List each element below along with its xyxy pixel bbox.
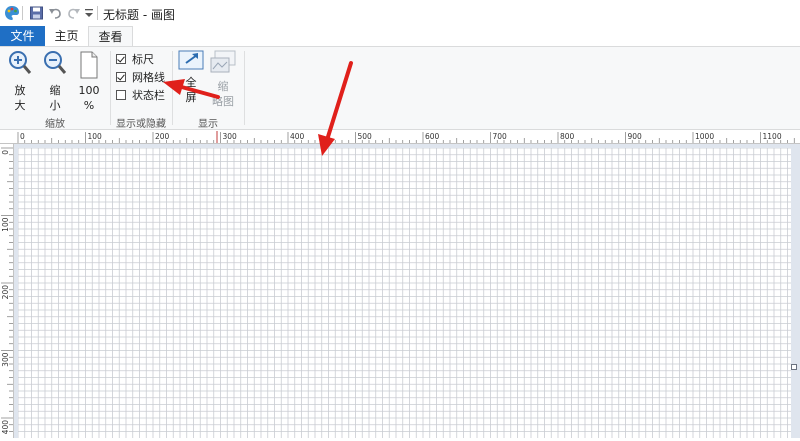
ruler-label: 600 bbox=[425, 132, 440, 141]
group-separator bbox=[172, 51, 173, 125]
save-icon[interactable] bbox=[30, 6, 43, 20]
statusbar-checkbox-row[interactable]: 状态栏 bbox=[116, 88, 165, 104]
fullscreen-label-1: 全 bbox=[185, 76, 197, 89]
actual-size-label-2: % bbox=[83, 99, 95, 112]
window-title: 无标题 - 画图 bbox=[103, 8, 175, 22]
zoom-in-label-2: 大 bbox=[14, 99, 26, 112]
drawing-canvas[interactable] bbox=[17, 147, 791, 438]
gridlines bbox=[17, 147, 791, 438]
gridlines-checkbox[interactable] bbox=[116, 72, 126, 82]
tab-view[interactable]: 查看 bbox=[88, 26, 133, 46]
customize-dropdown-icon[interactable] bbox=[85, 6, 93, 20]
ruler-label: 1100 bbox=[763, 132, 782, 141]
horizontal-ruler-svg: 0 100 200 300 400 500 600 700 800 900 1000 1100 bbox=[17, 131, 795, 143]
ruler-label: 100 bbox=[88, 132, 103, 141]
ruler-label: 700 bbox=[493, 132, 508, 141]
statusbar-checkbox[interactable] bbox=[116, 90, 126, 100]
vertical-ruler: 0 100 200 300 400 bbox=[0, 144, 14, 438]
group-separator bbox=[110, 51, 111, 125]
ruler-label: 900 bbox=[628, 132, 643, 141]
ribbon-tabs: 文件 主页 查看 bbox=[0, 26, 800, 46]
tab-home[interactable]: 主页 bbox=[45, 26, 88, 46]
display-group-label: 显示 bbox=[198, 119, 218, 130]
undo-icon[interactable] bbox=[48, 6, 62, 20]
redo-icon[interactable] bbox=[67, 6, 81, 20]
gridlines-checkbox-row[interactable]: 网格线 bbox=[116, 70, 165, 86]
statusbar-checkbox-label: 状态栏 bbox=[132, 89, 165, 102]
page-icon bbox=[80, 51, 98, 79]
zoom-out-label-2: 小 bbox=[49, 99, 61, 112]
thumbnail-icon bbox=[210, 50, 236, 73]
thumbnail-button[interactable]: 缩 略图 bbox=[208, 50, 238, 109]
gridlines-checkbox-label: 网格线 bbox=[132, 71, 165, 84]
ruler-checkbox-label: 标尺 bbox=[132, 53, 154, 66]
actual-size-label-1: 100 bbox=[78, 84, 100, 97]
fullscreen-icon bbox=[178, 50, 204, 70]
title-bar: 无标题 - 画图 bbox=[0, 0, 800, 26]
zoom-in-icon bbox=[9, 51, 32, 74]
zoom-in-label-1: 放 bbox=[14, 84, 26, 97]
show-hide-group-label: 显示或隐藏 bbox=[116, 119, 166, 130]
zoom-out-icon bbox=[44, 51, 67, 74]
fullscreen-label-2: 屏 bbox=[185, 91, 197, 104]
ruler-checkbox[interactable] bbox=[116, 54, 126, 64]
vertical-ruler-svg: 0 100 200 300 400 bbox=[1, 147, 13, 435]
ruler-label: 100 bbox=[1, 217, 10, 232]
ribbon-view-panel: 放 大 缩 小 100 % 缩放 标尺 网格线 状态栏 显示或隐藏 全 屏 缩 … bbox=[0, 46, 800, 130]
zoom-out-label-1: 缩 bbox=[49, 84, 61, 97]
horizontal-ruler: 0 100 200 300 400 500 600 700 800 900 1000 1100 bbox=[0, 130, 800, 144]
paint-app-icon[interactable] bbox=[4, 5, 20, 21]
thumbnail-label-1: 缩 bbox=[217, 80, 229, 93]
group-separator bbox=[244, 51, 245, 125]
ruler-label: 400 bbox=[1, 420, 10, 435]
zoom-in-button[interactable]: 放 大 bbox=[6, 50, 34, 113]
ruler-label: 300 bbox=[223, 132, 238, 141]
title-separator bbox=[97, 6, 98, 20]
ruler-label: 400 bbox=[290, 132, 305, 141]
canvas-resize-handle[interactable] bbox=[791, 364, 797, 370]
thumbnail-label-2: 略图 bbox=[212, 95, 234, 108]
actual-size-button[interactable]: 100 % bbox=[74, 50, 104, 113]
zoom-group-label: 缩放 bbox=[45, 119, 65, 130]
ruler-label: 200 bbox=[1, 285, 10, 300]
ruler-label: 1000 bbox=[695, 132, 714, 141]
ruler-label: 500 bbox=[358, 132, 373, 141]
ruler-checkbox-row[interactable]: 标尺 bbox=[116, 52, 154, 68]
qat-separator bbox=[22, 6, 23, 20]
ruler-label: 300 bbox=[1, 352, 10, 367]
ruler-label: 800 bbox=[560, 132, 575, 141]
ruler-label: 0 bbox=[20, 132, 25, 141]
ruler-label: 0 bbox=[1, 150, 10, 155]
zoom-out-button[interactable]: 缩 小 bbox=[41, 50, 69, 113]
ruler-label: 200 bbox=[155, 132, 170, 141]
fullscreen-button[interactable]: 全 屏 bbox=[177, 50, 205, 105]
tab-file[interactable]: 文件 bbox=[0, 26, 45, 46]
